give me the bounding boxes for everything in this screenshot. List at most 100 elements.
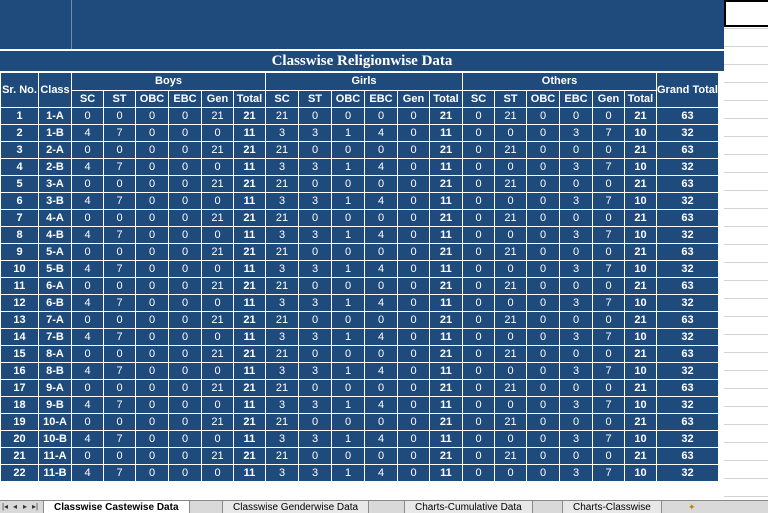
table-cell[interactable]: 0 xyxy=(364,447,398,465)
table-cell[interactable]: 0 xyxy=(592,277,625,295)
table-cell[interactable]: 0 xyxy=(331,175,365,193)
table-cell[interactable]: 0 xyxy=(331,243,365,261)
table-cell[interactable]: 0 xyxy=(298,345,332,363)
table-cell[interactable]: 0 xyxy=(462,328,495,346)
table-cell[interactable]: 3 xyxy=(298,158,332,176)
table-cell[interactable]: 1 xyxy=(0,107,39,125)
table-cell[interactable]: 0 xyxy=(526,362,560,380)
table-cell[interactable]: 21 xyxy=(0,447,39,465)
table-cell[interactable]: 10 xyxy=(624,226,657,244)
table-cell[interactable]: 63 xyxy=(656,447,719,465)
table-cell[interactable]: 63 xyxy=(656,345,719,363)
table-cell[interactable]: 0 xyxy=(526,158,560,176)
table-cell[interactable]: 32 xyxy=(656,158,719,176)
table-cell[interactable]: 21 xyxy=(265,175,299,193)
table-cell[interactable]: 1 xyxy=(331,328,365,346)
table-cell[interactable]: 0 xyxy=(135,362,169,380)
table-cell[interactable]: 1 xyxy=(331,430,365,448)
table-cell[interactable]: 0 xyxy=(592,209,625,227)
table-cell[interactable]: 63 xyxy=(656,379,719,397)
table-cell[interactable]: 0 xyxy=(135,277,169,295)
table-cell[interactable]: 5-B xyxy=(38,260,72,278)
table-cell[interactable]: 3 xyxy=(559,192,593,210)
table-cell[interactable]: 0 xyxy=(135,107,169,125)
table-cell[interactable]: 0 xyxy=(494,328,527,346)
table-cell[interactable]: 0 xyxy=(201,430,234,448)
table-cell[interactable]: 7 xyxy=(103,226,136,244)
table-cell[interactable]: 0 xyxy=(135,260,169,278)
table-cell[interactable]: 0 xyxy=(397,447,430,465)
table-cell[interactable]: 0 xyxy=(462,192,495,210)
table-cell[interactable]: 10 xyxy=(624,294,657,312)
table-cell[interactable]: 0 xyxy=(397,107,430,125)
table-cell[interactable]: 0 xyxy=(71,379,104,397)
table-cell[interactable]: 7 xyxy=(592,464,625,482)
table-cell[interactable]: 11 xyxy=(429,124,463,142)
table-cell[interactable]: 0 xyxy=(298,413,332,431)
table-cell[interactable]: 0 xyxy=(559,413,593,431)
table-cell[interactable]: 0 xyxy=(168,430,202,448)
table-cell[interactable]: 7 xyxy=(103,158,136,176)
table-cell[interactable]: 3 xyxy=(559,226,593,244)
table-cell[interactable]: 4 xyxy=(71,192,104,210)
table-cell[interactable]: 10 xyxy=(624,362,657,380)
table-cell[interactable]: 11 xyxy=(233,328,266,346)
table-cell[interactable]: 21 xyxy=(233,447,266,465)
table-cell[interactable]: 0 xyxy=(135,141,169,159)
table-cell[interactable]: 0 xyxy=(526,209,560,227)
table-cell[interactable]: 0 xyxy=(168,328,202,346)
table-cell[interactable]: 11 xyxy=(233,430,266,448)
table-cell[interactable]: 0 xyxy=(331,107,365,125)
table-cell[interactable]: 4 xyxy=(364,396,398,414)
table-cell[interactable]: 21 xyxy=(624,413,657,431)
table-cell[interactable]: 21 xyxy=(429,447,463,465)
table-cell[interactable]: 0 xyxy=(298,243,332,261)
table-cell[interactable]: 2 xyxy=(0,124,39,142)
table-cell[interactable]: 10 xyxy=(624,260,657,278)
table-cell[interactable]: 11 xyxy=(429,362,463,380)
table-cell[interactable]: 1 xyxy=(331,158,365,176)
table-cell[interactable]: 32 xyxy=(656,124,719,142)
table-cell[interactable]: 21 xyxy=(201,175,234,193)
table-cell[interactable]: 3 xyxy=(265,124,299,142)
table-cell[interactable]: 5 xyxy=(0,175,39,193)
table-cell[interactable]: 7 xyxy=(103,430,136,448)
table-cell[interactable]: 4 xyxy=(71,464,104,482)
table-cell[interactable]: 20 xyxy=(0,430,39,448)
table-cell[interactable]: 0 xyxy=(397,209,430,227)
table-cell[interactable]: 0 xyxy=(462,464,495,482)
table-cell[interactable]: 8-A xyxy=(38,345,72,363)
table-cell[interactable]: 9-A xyxy=(38,379,72,397)
table-cell[interactable]: 21 xyxy=(201,379,234,397)
table-cell[interactable]: 21 xyxy=(265,379,299,397)
table-cell[interactable]: 21 xyxy=(233,379,266,397)
table-cell[interactable]: 21 xyxy=(429,277,463,295)
table-cell[interactable]: 1 xyxy=(331,396,365,414)
table-cell[interactable]: 9-B xyxy=(38,396,72,414)
table-cell[interactable]: 11 xyxy=(429,260,463,278)
table-cell[interactable]: 0 xyxy=(559,311,593,329)
table-cell[interactable]: 0 xyxy=(526,447,560,465)
table-cell[interactable]: 0 xyxy=(168,396,202,414)
table-cell[interactable]: 0 xyxy=(331,209,365,227)
table-cell[interactable]: 63 xyxy=(656,209,719,227)
nav-prev-icon[interactable]: ◂ xyxy=(10,501,20,512)
table-cell[interactable]: 0 xyxy=(462,175,495,193)
table-cell[interactable]: 21 xyxy=(265,141,299,159)
table-cell[interactable]: 0 xyxy=(397,158,430,176)
table-cell[interactable]: 0 xyxy=(526,226,560,244)
table-cell[interactable]: 0 xyxy=(364,209,398,227)
table-cell[interactable]: 0 xyxy=(526,294,560,312)
table-cell[interactable]: 9 xyxy=(0,243,39,261)
table-cell[interactable]: 0 xyxy=(526,141,560,159)
table-cell[interactable]: 0 xyxy=(201,464,234,482)
table-cell[interactable]: 0 xyxy=(526,175,560,193)
table-cell[interactable]: 0 xyxy=(364,345,398,363)
table-cell[interactable]: 0 xyxy=(462,209,495,227)
table-cell[interactable]: 21 xyxy=(429,175,463,193)
table-cell[interactable]: 7 xyxy=(103,464,136,482)
table-cell[interactable]: 0 xyxy=(494,362,527,380)
table-cell[interactable]: 32 xyxy=(656,294,719,312)
table-cell[interactable]: 3 xyxy=(298,294,332,312)
table-cell[interactable]: 8-B xyxy=(38,362,72,380)
